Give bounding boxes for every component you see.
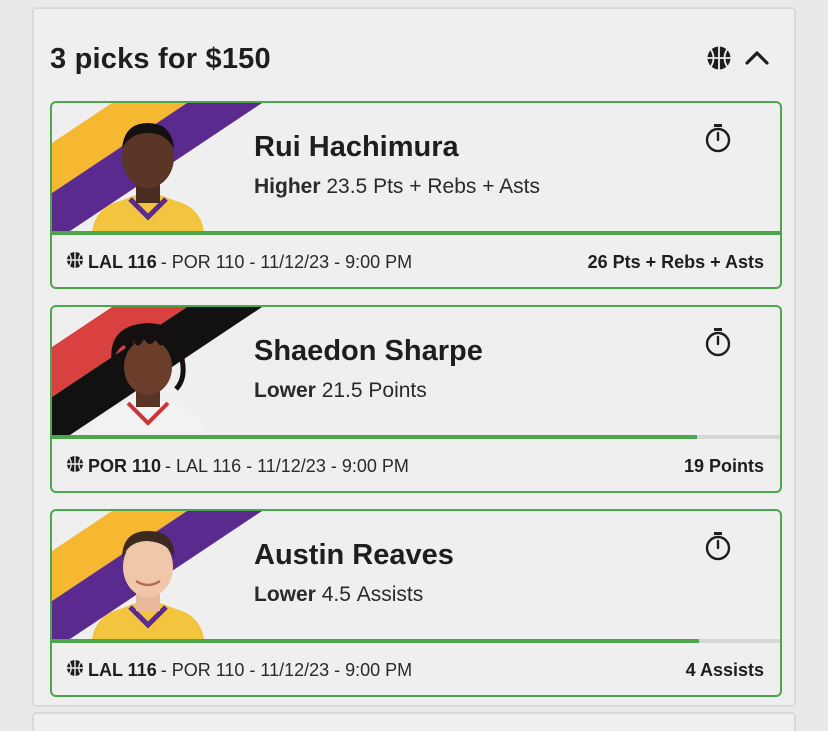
stopwatch-icon [704,531,732,566]
stat-result: 4 Assists [685,659,764,680]
game-line: POR 110 - LAL 116 - 11/12/23 - 9:00 PM [66,455,409,478]
pick-card-header: Rui Hachimura Higher 23.5 Pts + Rebs + A… [52,103,780,231]
game-info: LAL 116 - POR 110 - 11/12/23 - 9:00 PM 4… [52,643,780,695]
header-icons [706,45,770,71]
team-score: LAL 116 [88,251,157,272]
pick-stat: Pts + Rebs + Asts [373,175,540,198]
player-headshot [92,123,204,231]
basketball-icon [66,455,84,478]
pick-direction: Higher [254,175,321,198]
pick-card-shaedon-sharpe[interactable]: Shaedon Sharpe Lower 21.5 Points POR 110… [50,305,782,493]
basketball-icon [66,659,84,682]
pick-card-header: Shaedon Sharpe Lower 21.5 Points [52,307,780,435]
player-name: Shaedon Sharpe [254,335,483,367]
pick-card-header: Austin Reaves Lower 4.5 Assists [52,511,780,639]
pick-card-rui-hachimura[interactable]: Rui Hachimura Higher 23.5 Pts + Rebs + A… [50,101,782,289]
pick-line: Higher 23.5 Pts + Rebs + Asts [254,175,540,199]
player-name: Austin Reaves [254,539,454,571]
team-score: POR 110 [88,455,162,476]
chevron-up-icon[interactable] [744,45,770,71]
pick-line: Lower 21.5 Points [254,379,427,403]
stopwatch-icon [704,327,732,362]
parlay-panel: 3 picks for $150 Rui Hachimura Higher 23… [32,7,796,707]
game-details: - LAL 116 - 11/12/23 - 9:00 PM [165,455,409,476]
game-info: POR 110 - LAL 116 - 11/12/23 - 9:00 PM 1… [52,439,780,491]
pick-value: 21.5 [321,379,363,402]
game-details: - POR 110 - 11/12/23 - 9:00 PM [160,251,413,272]
basketball-icon [706,45,732,71]
pick-value: 4.5 [321,583,351,606]
pick-card-austin-reaves[interactable]: Austin Reaves Lower 4.5 Assists LAL 116 … [50,509,782,697]
pick-stat: Points [368,379,427,402]
player-headshot [92,323,204,435]
pick-direction: Lower [254,583,316,606]
pick-direction: Lower [254,379,316,402]
pick-stat: Assists [356,583,424,606]
next-panel [32,712,796,731]
player-name: Rui Hachimura [254,131,459,163]
game-line: LAL 116 - POR 110 - 11/12/23 - 9:00 PM [66,251,412,274]
parlay-title: 3 picks for $150 [50,43,271,75]
game-details: - POR 110 - 11/12/23 - 9:00 PM [160,659,413,680]
stat-result: 19 Points [683,455,764,476]
player-headshot [92,531,204,639]
pick-value: 23.5 [326,175,368,198]
stopwatch-icon [704,123,732,158]
team-score: LAL 116 [88,659,157,680]
basketball-icon [66,251,84,274]
game-line: LAL 116 - POR 110 - 11/12/23 - 9:00 PM [66,659,412,682]
pick-line: Lower 4.5 Assists [254,583,423,607]
stat-result: 26 Pts + Rebs + Asts [587,251,764,272]
game-info: LAL 116 - POR 110 - 11/12/23 - 9:00 PM 2… [52,235,780,287]
